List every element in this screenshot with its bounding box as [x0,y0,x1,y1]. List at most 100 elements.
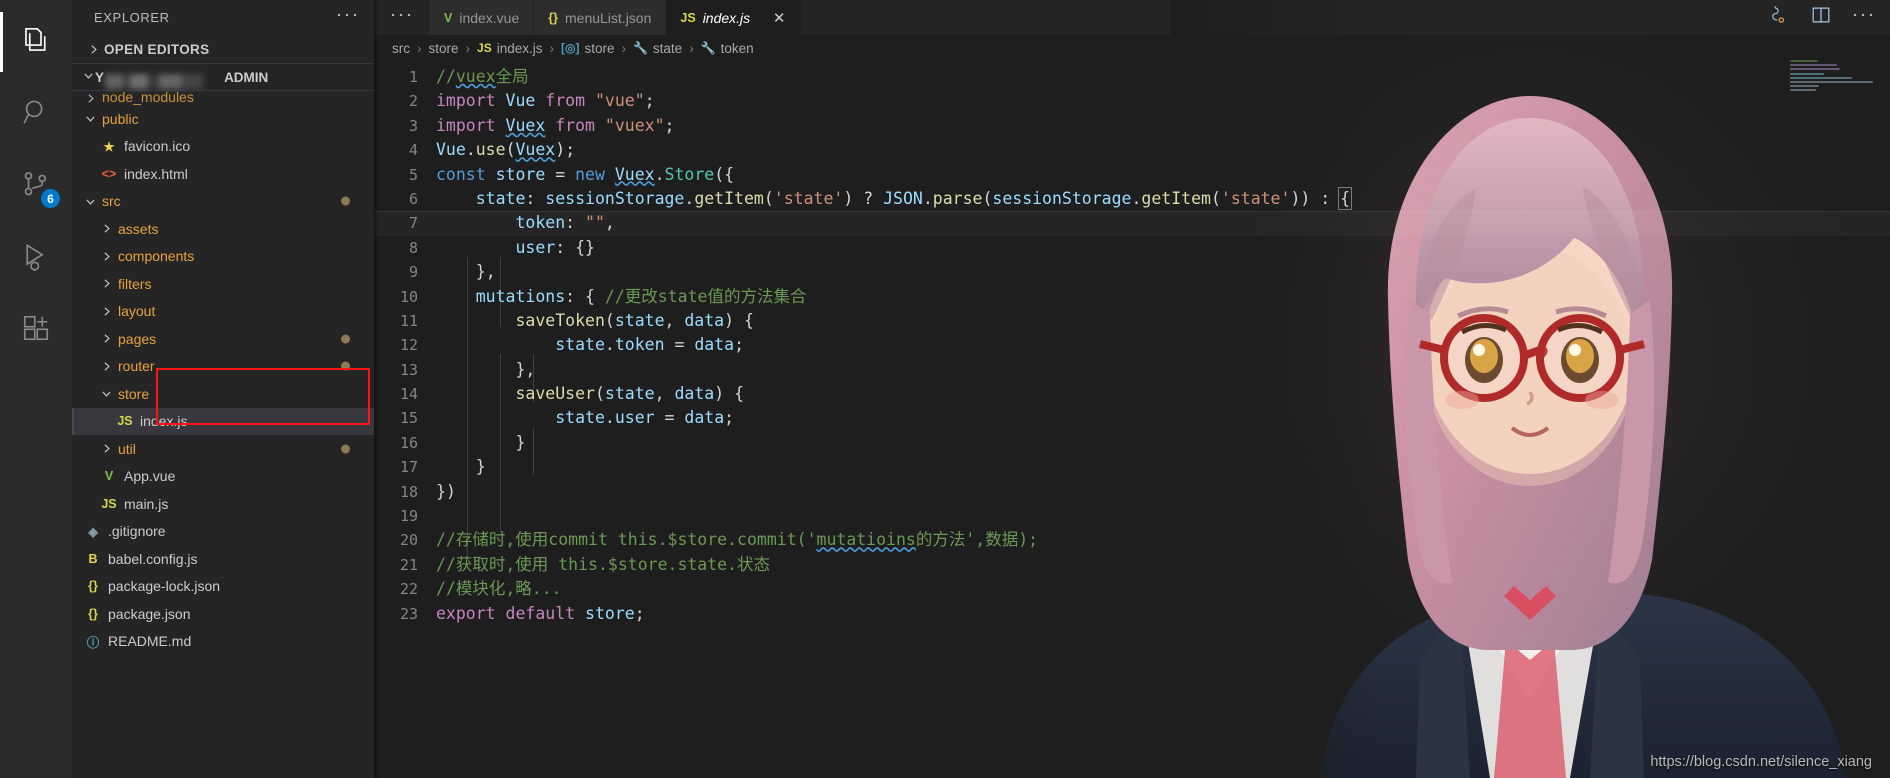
line-number: 7 [408,214,418,233]
tree-folder-util[interactable]: util [72,435,374,463]
split-editor-right-icon[interactable] [1768,4,1790,31]
tree-file-App.vue[interactable]: V App.vue [72,463,374,491]
tree-file-README.md[interactable]: ⓘ README.md [72,628,374,656]
line-content: saveUser(state, data) { [515,384,745,404]
breadcrumb-item-store[interactable]: store [429,41,459,56]
close-icon[interactable]: ✕ [771,9,787,27]
editor-tab-index.vue[interactable]: Vindex.vue [429,0,535,35]
vue-icon: V [443,10,453,25]
breadcrumb-separator: › [689,40,694,56]
breadcrumb-separator: › [417,40,422,56]
tree-file-favicon.ico[interactable]: ★ favicon.ico [72,133,374,161]
open-editors-section[interactable]: OPEN EDITORS [72,35,374,63]
more-actions-icon[interactable]: ··· [1852,5,1876,25]
activity-item-extensions[interactable] [0,294,72,366]
activity-item-source-control[interactable]: 6 [0,150,72,222]
code-line-21[interactable]: 21 //获取时,使用 this.$store.state.状态 [374,553,1890,577]
code-line-17[interactable]: 17 } [374,455,1890,479]
tree-file-main.js[interactable]: JS main.js [72,490,374,518]
code-line-1[interactable]: 1 //vuex全局 [374,65,1890,89]
tree-folder-src[interactable]: src [72,188,374,216]
code-line-5[interactable]: 5 const store = new Vuex.Store({ [374,163,1890,187]
project-root-row[interactable]: YmmmmmmmmmmADMIN [72,63,374,91]
tree-item-label: router [118,358,155,375]
tree-file-package-lock.json[interactable]: {} package-lock.json [72,573,374,601]
sidebar-header: EXPLORER ··· [72,0,374,35]
extensions-icon [21,313,51,348]
tree-folder-public[interactable]: public [72,105,374,133]
activity-item-explorer[interactable] [0,6,72,78]
json-icon: {} [88,579,98,594]
code-line-6[interactable]: 6 state: sessionStorage.getItem('state')… [374,186,1890,211]
line-number: 5 [408,165,418,184]
code-line-13[interactable]: 13 }, [374,358,1890,382]
tree-folder-store[interactable]: store [72,380,374,408]
tree-folder-filters[interactable]: filters [72,270,374,298]
tabs-overflow-icon[interactable]: ··· [374,0,430,35]
editor-tab-index.js[interactable]: JS index.js ✕ [666,0,803,35]
tab-label: menuList.json [565,9,652,26]
code-line-8[interactable]: 8 user: {} [374,236,1890,260]
code-line-22[interactable]: 22 //模块化,略... [374,577,1890,601]
code-line-12[interactable]: 12 state.token = data; [374,333,1890,357]
code-line-11[interactable]: 11 saveToken(state, data) { [374,309,1890,333]
tree-folder-router[interactable]: router [72,353,374,381]
code-line-3[interactable]: 3 import Vuex from "vuex"; [374,114,1890,138]
code-line-2[interactable]: 2 import Vue from "vue"; [374,89,1890,113]
breadcrumb-item-index.js[interactable]: JS index.js [477,41,542,56]
info-icon: ⓘ [86,635,100,650]
tree-file-index.js[interactable]: JS index.js [72,407,374,435]
js-icon: JS [680,10,696,25]
code-line-23[interactable]: 23 export default store; [374,602,1890,626]
code-line-7[interactable]: 7 token: "", [374,211,1890,235]
tree-folder-pages[interactable]: pages [72,325,374,353]
line-content: export default store; [436,603,645,623]
star-icon: ★ [103,139,115,154]
breadcrumb-item-state[interactable]: 🔧 state [633,41,682,56]
editor-group: ··· Vindex.vue {} menuList.json JS index.js ✕ [374,0,1890,778]
tree-item-label: README.md [108,633,192,650]
tree-file-babel.config.js[interactable]: Bbabel.config.js [72,545,374,573]
code-line-14[interactable]: 14 saveUser(state, data) { [374,382,1890,406]
tree-folder-node_modules[interactable]: node_modules [72,91,374,105]
sidebar-more-actions-icon[interactable]: ··· [336,5,360,26]
breadcrumb-item-src[interactable]: src [392,41,410,56]
project-name-suffix: ADMIN [224,69,269,85]
tree-folder-assets[interactable]: assets [72,215,374,243]
code-line-16[interactable]: 16 } [374,431,1890,455]
code-editor[interactable]: 1 //vuex全局 2 import Vue from "vue"; 3 import … [374,61,1890,778]
code-line-10[interactable]: 10 mutations: { //更改state值的方法集合 [374,285,1890,309]
breadcrumb-label: index.js [496,40,543,56]
activity-item-run-debug[interactable] [0,222,72,294]
split-editor-icon[interactable] [1810,4,1832,31]
minimap[interactable] [1790,60,1876,104]
tree-folder-components[interactable]: components [72,243,374,271]
tree-file-index.html[interactable]: <> index.html [72,160,374,188]
activity-item-search[interactable] [0,78,72,150]
tab-label: index.js [702,9,751,26]
breadcrumb-item-store[interactable]: [◎] store [561,41,614,56]
tree-item-label: index.js [140,413,188,430]
code-line-9[interactable]: 9 }, [374,260,1890,284]
line-content: //vuex全局 [436,67,529,86]
code-lines: 1 //vuex全局 2 import Vue from "vue"; 3 import … [374,61,1890,778]
line-content: }) [436,481,456,501]
breadcrumb-item-token[interactable]: 🔧 token [701,41,754,56]
editor-tab-bar: ··· Vindex.vue {} menuList.json JS index.js ✕ [374,0,1890,35]
breadcrumb-label: token [720,40,754,56]
breadcrumb-separator: › [465,40,471,56]
tree-file-.gitignore[interactable]: ◈ .gitignore [72,518,374,546]
code-line-20[interactable]: 20 //存储时,使用commit this.$store.commit('mut… [374,528,1890,552]
tree-item-label: public [102,110,139,127]
code-line-4[interactable]: 4 Vue.use(Vuex); [374,138,1890,162]
tree-item-label: .gitignore [108,523,166,540]
code-line-15[interactable]: 15 state.user = data; [374,406,1890,430]
tree-file-package.json[interactable]: {} package.json [72,600,374,628]
editor-tab-menuList.json[interactable]: {} menuList.json [534,0,667,35]
breadcrumb-label: state [652,40,683,56]
code-line-19[interactable]: 19 [374,504,1890,528]
line-content: saveToken(state, data) { [515,310,754,330]
line-number: 12 [399,336,418,355]
code-line-18[interactable]: 18}) [374,480,1890,504]
tree-folder-layout[interactable]: layout [72,298,374,326]
